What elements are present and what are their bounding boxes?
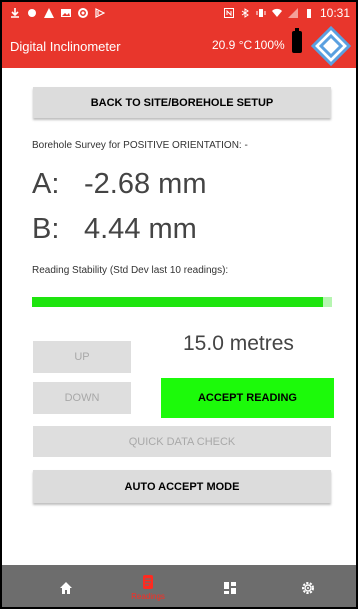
nav-settings[interactable] [278,565,338,607]
bottom-nav: Readings [2,565,356,607]
auto-accept-mode-button[interactable]: AUTO ACCEPT MODE [33,470,331,503]
vibrate-icon [256,9,266,17]
stability-bar [32,297,332,307]
record-icon [78,8,88,18]
nav-readings[interactable]: Readings [118,565,178,607]
survey-label: Borehole Survey for POSITIVE ORIENTATION… [32,140,248,151]
app-bar: Digital Inclinometer 20.9 °C 100% [2,24,356,68]
stability-bar-fill [32,297,323,307]
accept-reading-button[interactable]: ACCEPT READING [161,378,334,418]
dashboard-icon [224,582,236,594]
play-icon [95,8,105,18]
reading-a: A: -2.68 mm [32,168,206,201]
battery-icon [292,28,302,53]
signal-icon [287,8,298,18]
nav-home[interactable] [36,565,96,607]
download-icon [11,8,19,18]
back-to-setup-button[interactable]: BACK TO SITE/BOREHOLE SETUP [33,87,331,118]
dot-icon [28,9,36,17]
temperature-readout: 20.9 °C [212,38,253,52]
reading-b-label: B: [32,213,60,245]
readings-icon [143,575,153,589]
image-icon [61,9,71,17]
diamond-logo-icon [311,26,351,66]
reading-a-label: A: [32,168,60,200]
status-time: 10:31 [319,6,350,20]
reading-a-value: -2.68 mm [84,168,207,200]
down-button[interactable]: DOWN [33,382,131,414]
app-frame: 10:31 Digital Inclinometer 20.9 °C 100% … [0,0,358,609]
app-title: Digital Inclinometer [10,38,121,54]
nav-readings-label: Readings [131,592,165,601]
bluetooth-icon [241,8,249,18]
alert-icon [44,8,54,18]
up-button[interactable]: UP [33,341,131,373]
wifi-icon [271,8,282,17]
nav-dashboard[interactable] [200,565,260,607]
reading-b: B: 4.44 mm [32,213,197,246]
stability-label: Reading Stability (Std Dev last 10 readi… [32,265,229,276]
battery-icon [306,9,311,18]
depth-readout: 15.0 metres [183,332,294,355]
battery-percent: 100% [254,38,285,52]
status-bar: 10:31 [2,2,356,24]
quick-data-check-button[interactable]: QUICK DATA CHECK [33,426,331,457]
settings-icon [302,582,314,594]
reading-b-value: 4.44 mm [84,213,197,245]
nfc-icon [223,8,234,18]
home-icon [60,582,72,594]
